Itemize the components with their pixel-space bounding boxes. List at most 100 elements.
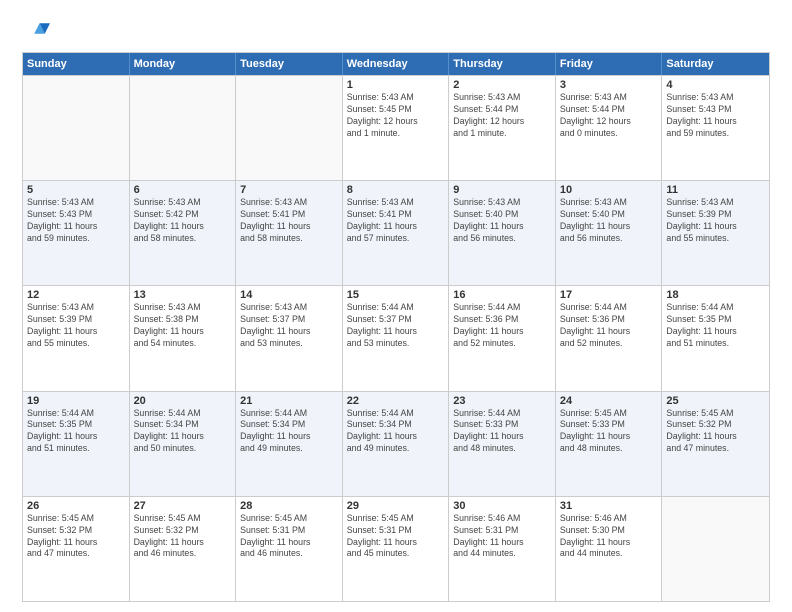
cell-date-number: 31: [560, 500, 658, 512]
header-day-tuesday: Tuesday: [236, 53, 343, 75]
cell-date-number: 15: [347, 289, 445, 301]
calendar-cell-11: 11Sunrise: 5:43 AM Sunset: 5:39 PM Dayli…: [662, 181, 769, 285]
cell-date-number: 8: [347, 184, 445, 196]
cell-info-text: Sunrise: 5:43 AM Sunset: 5:39 PM Dayligh…: [27, 302, 125, 350]
cell-date-number: 16: [453, 289, 551, 301]
calendar-cell-16: 16Sunrise: 5:44 AM Sunset: 5:36 PM Dayli…: [449, 286, 556, 390]
cell-date-number: 22: [347, 395, 445, 407]
cell-info-text: Sunrise: 5:44 AM Sunset: 5:34 PM Dayligh…: [240, 408, 338, 456]
cell-info-text: Sunrise: 5:45 AM Sunset: 5:32 PM Dayligh…: [134, 513, 232, 561]
calendar-cell-26: 26Sunrise: 5:45 AM Sunset: 5:32 PM Dayli…: [23, 497, 130, 601]
calendar-cell-25: 25Sunrise: 5:45 AM Sunset: 5:32 PM Dayli…: [662, 392, 769, 496]
cell-date-number: 10: [560, 184, 658, 196]
cell-info-text: Sunrise: 5:44 AM Sunset: 5:36 PM Dayligh…: [453, 302, 551, 350]
cell-info-text: Sunrise: 5:45 AM Sunset: 5:31 PM Dayligh…: [240, 513, 338, 561]
header-day-saturday: Saturday: [662, 53, 769, 75]
calendar-cell-20: 20Sunrise: 5:44 AM Sunset: 5:34 PM Dayli…: [130, 392, 237, 496]
calendar-cell-10: 10Sunrise: 5:43 AM Sunset: 5:40 PM Dayli…: [556, 181, 663, 285]
calendar-cell-9: 9Sunrise: 5:43 AM Sunset: 5:40 PM Daylig…: [449, 181, 556, 285]
cell-date-number: 1: [347, 79, 445, 91]
cell-date-number: 5: [27, 184, 125, 196]
header: [22, 18, 770, 46]
cell-date-number: 13: [134, 289, 232, 301]
cell-info-text: Sunrise: 5:43 AM Sunset: 5:43 PM Dayligh…: [27, 197, 125, 245]
calendar-cell-31: 31Sunrise: 5:46 AM Sunset: 5:30 PM Dayli…: [556, 497, 663, 601]
calendar-cell-30: 30Sunrise: 5:46 AM Sunset: 5:31 PM Dayli…: [449, 497, 556, 601]
cell-date-number: 6: [134, 184, 232, 196]
calendar-cell-13: 13Sunrise: 5:43 AM Sunset: 5:38 PM Dayli…: [130, 286, 237, 390]
calendar-cell-5: 5Sunrise: 5:43 AM Sunset: 5:43 PM Daylig…: [23, 181, 130, 285]
cell-info-text: Sunrise: 5:46 AM Sunset: 5:31 PM Dayligh…: [453, 513, 551, 561]
calendar-cell-12: 12Sunrise: 5:43 AM Sunset: 5:39 PM Dayli…: [23, 286, 130, 390]
calendar-row-1: 1Sunrise: 5:43 AM Sunset: 5:45 PM Daylig…: [23, 75, 769, 180]
cell-date-number: 25: [666, 395, 765, 407]
calendar-header: SundayMondayTuesdayWednesdayThursdayFrid…: [23, 53, 769, 75]
calendar-cell-14: 14Sunrise: 5:43 AM Sunset: 5:37 PM Dayli…: [236, 286, 343, 390]
header-day-sunday: Sunday: [23, 53, 130, 75]
logo-icon: [22, 18, 50, 46]
cell-info-text: Sunrise: 5:44 AM Sunset: 5:37 PM Dayligh…: [347, 302, 445, 350]
calendar-cell-3: 3Sunrise: 5:43 AM Sunset: 5:44 PM Daylig…: [556, 76, 663, 180]
header-day-thursday: Thursday: [449, 53, 556, 75]
cell-info-text: Sunrise: 5:44 AM Sunset: 5:35 PM Dayligh…: [27, 408, 125, 456]
cell-info-text: Sunrise: 5:43 AM Sunset: 5:44 PM Dayligh…: [560, 92, 658, 140]
cell-date-number: 9: [453, 184, 551, 196]
cell-info-text: Sunrise: 5:45 AM Sunset: 5:32 PM Dayligh…: [666, 408, 765, 456]
cell-date-number: 11: [666, 184, 765, 196]
cell-date-number: 23: [453, 395, 551, 407]
cell-date-number: 2: [453, 79, 551, 91]
calendar-cell-2: 2Sunrise: 5:43 AM Sunset: 5:44 PM Daylig…: [449, 76, 556, 180]
cell-info-text: Sunrise: 5:43 AM Sunset: 5:41 PM Dayligh…: [347, 197, 445, 245]
calendar-cell-28: 28Sunrise: 5:45 AM Sunset: 5:31 PM Dayli…: [236, 497, 343, 601]
cell-info-text: Sunrise: 5:44 AM Sunset: 5:34 PM Dayligh…: [134, 408, 232, 456]
calendar-cell-empty: [23, 76, 130, 180]
calendar-cell-empty: [236, 76, 343, 180]
cell-info-text: Sunrise: 5:43 AM Sunset: 5:40 PM Dayligh…: [560, 197, 658, 245]
cell-info-text: Sunrise: 5:43 AM Sunset: 5:44 PM Dayligh…: [453, 92, 551, 140]
cell-info-text: Sunrise: 5:44 AM Sunset: 5:35 PM Dayligh…: [666, 302, 765, 350]
cell-date-number: 12: [27, 289, 125, 301]
cell-date-number: 30: [453, 500, 551, 512]
cell-date-number: 20: [134, 395, 232, 407]
cell-date-number: 18: [666, 289, 765, 301]
calendar-cell-21: 21Sunrise: 5:44 AM Sunset: 5:34 PM Dayli…: [236, 392, 343, 496]
calendar-cell-4: 4Sunrise: 5:43 AM Sunset: 5:43 PM Daylig…: [662, 76, 769, 180]
header-day-friday: Friday: [556, 53, 663, 75]
calendar-cell-23: 23Sunrise: 5:44 AM Sunset: 5:33 PM Dayli…: [449, 392, 556, 496]
cell-date-number: 4: [666, 79, 765, 91]
page: SundayMondayTuesdayWednesdayThursdayFrid…: [0, 0, 792, 612]
cell-info-text: Sunrise: 5:43 AM Sunset: 5:39 PM Dayligh…: [666, 197, 765, 245]
calendar-cell-15: 15Sunrise: 5:44 AM Sunset: 5:37 PM Dayli…: [343, 286, 450, 390]
calendar-cell-8: 8Sunrise: 5:43 AM Sunset: 5:41 PM Daylig…: [343, 181, 450, 285]
calendar-cell-1: 1Sunrise: 5:43 AM Sunset: 5:45 PM Daylig…: [343, 76, 450, 180]
calendar-row-5: 26Sunrise: 5:45 AM Sunset: 5:32 PM Dayli…: [23, 496, 769, 601]
cell-info-text: Sunrise: 5:45 AM Sunset: 5:32 PM Dayligh…: [27, 513, 125, 561]
cell-info-text: Sunrise: 5:43 AM Sunset: 5:42 PM Dayligh…: [134, 197, 232, 245]
calendar: SundayMondayTuesdayWednesdayThursdayFrid…: [22, 52, 770, 602]
cell-date-number: 28: [240, 500, 338, 512]
calendar-row-3: 12Sunrise: 5:43 AM Sunset: 5:39 PM Dayli…: [23, 285, 769, 390]
calendar-cell-7: 7Sunrise: 5:43 AM Sunset: 5:41 PM Daylig…: [236, 181, 343, 285]
cell-info-text: Sunrise: 5:45 AM Sunset: 5:31 PM Dayligh…: [347, 513, 445, 561]
cell-date-number: 17: [560, 289, 658, 301]
cell-info-text: Sunrise: 5:43 AM Sunset: 5:37 PM Dayligh…: [240, 302, 338, 350]
calendar-cell-17: 17Sunrise: 5:44 AM Sunset: 5:36 PM Dayli…: [556, 286, 663, 390]
header-day-wednesday: Wednesday: [343, 53, 450, 75]
header-day-monday: Monday: [130, 53, 237, 75]
cell-date-number: 21: [240, 395, 338, 407]
cell-info-text: Sunrise: 5:44 AM Sunset: 5:34 PM Dayligh…: [347, 408, 445, 456]
calendar-body: 1Sunrise: 5:43 AM Sunset: 5:45 PM Daylig…: [23, 75, 769, 601]
calendar-cell-empty: [130, 76, 237, 180]
cell-date-number: 3: [560, 79, 658, 91]
cell-date-number: 19: [27, 395, 125, 407]
cell-info-text: Sunrise: 5:43 AM Sunset: 5:38 PM Dayligh…: [134, 302, 232, 350]
calendar-cell-19: 19Sunrise: 5:44 AM Sunset: 5:35 PM Dayli…: [23, 392, 130, 496]
calendar-cell-22: 22Sunrise: 5:44 AM Sunset: 5:34 PM Dayli…: [343, 392, 450, 496]
cell-date-number: 26: [27, 500, 125, 512]
cell-info-text: Sunrise: 5:43 AM Sunset: 5:45 PM Dayligh…: [347, 92, 445, 140]
calendar-cell-29: 29Sunrise: 5:45 AM Sunset: 5:31 PM Dayli…: [343, 497, 450, 601]
cell-info-text: Sunrise: 5:43 AM Sunset: 5:43 PM Dayligh…: [666, 92, 765, 140]
calendar-cell-24: 24Sunrise: 5:45 AM Sunset: 5:33 PM Dayli…: [556, 392, 663, 496]
cell-info-text: Sunrise: 5:44 AM Sunset: 5:33 PM Dayligh…: [453, 408, 551, 456]
cell-date-number: 27: [134, 500, 232, 512]
